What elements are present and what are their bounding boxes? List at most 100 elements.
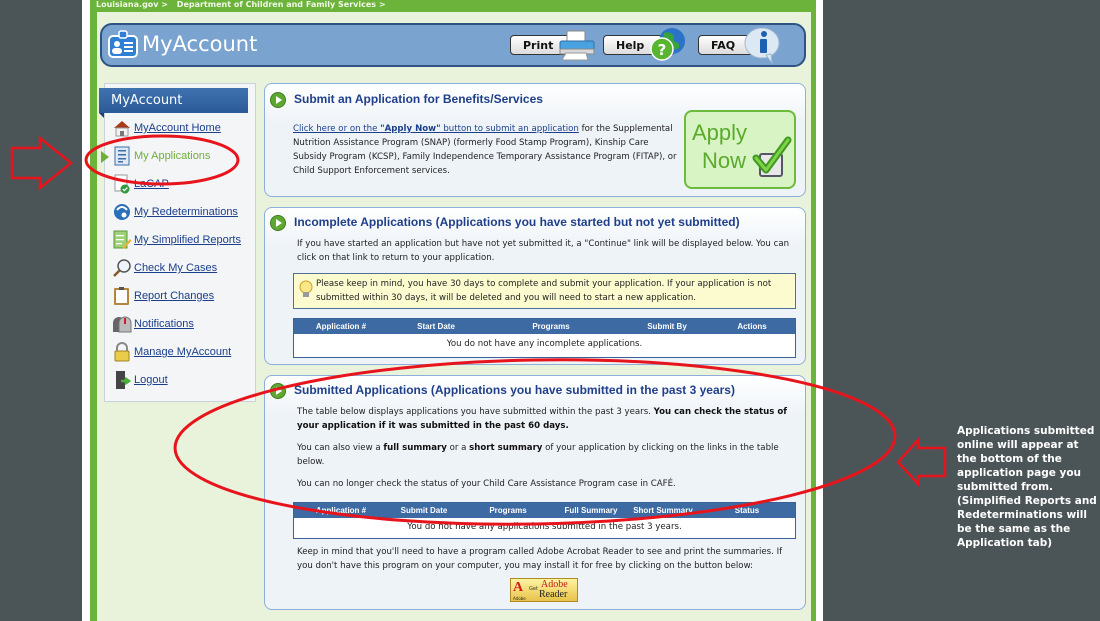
- report-pencil-icon: [113, 230, 132, 249]
- submitted-applications-panel: Submitted Applications (Applications you…: [264, 375, 806, 610]
- sidebar-item-my-simplified-reports[interactable]: My Simplified Reports: [112, 229, 241, 251]
- header-bar: MyAccount Print Help ? FAQ: [100, 23, 806, 67]
- submit-application-title: Submit an Application for Benefits/Servi…: [294, 92, 543, 106]
- column-header: Submit Date: [400, 506, 448, 515]
- column-header: Actions: [737, 322, 767, 331]
- full-summary-term: full summary: [383, 443, 447, 453]
- magnifier-icon: [113, 259, 131, 277]
- get-adobe-reader-button[interactable]: A Get Adobe Reader Adobe: [510, 578, 578, 602]
- redetermination-icon: [114, 204, 130, 220]
- deadline-note: Please keep in mind, you have 30 days to…: [293, 273, 796, 309]
- help-label: Help: [616, 39, 645, 52]
- sidebar-item-label: LaCAP: [134, 178, 169, 190]
- sidebar-item-check-my-cases[interactable]: Check My Cases: [112, 257, 217, 279]
- column-header: Programs: [489, 506, 527, 515]
- apply-link-post: button to submit an application: [440, 124, 579, 134]
- column-header: Programs: [532, 322, 570, 331]
- document-check-icon: [114, 174, 130, 194]
- submitted-applications-title: Submitted Applications (Applications you…: [294, 383, 735, 397]
- empty-table-message: You do not have any incomplete applicati…: [446, 339, 643, 349]
- sidebar-item-lacap[interactable]: LaCAP: [112, 173, 169, 195]
- column-header: Application #: [315, 322, 367, 331]
- submitted-paragraph-2: You can also view a full summary or a sh…: [297, 441, 797, 469]
- sidebar-title-fold: [99, 113, 104, 118]
- breadcrumb-dcfs[interactable]: Department of Children and Family Servic…: [177, 0, 386, 9]
- breadcrumb: Louisiana.gov > Department of Children a…: [96, 0, 392, 12]
- sidebar-item-label: MyAccount Home: [134, 122, 221, 134]
- deadline-note-text: Please keep in mind, you have 30 days to…: [316, 279, 772, 303]
- sidebar-item-label: My Applications: [134, 150, 211, 162]
- incomplete-applications-title: Incomplete Applications (Applications yo…: [294, 215, 740, 229]
- sidebar-item-notifications[interactable]: Notifications: [112, 313, 194, 335]
- sidebar-item-label: Logout: [134, 374, 168, 386]
- print-label: Print: [523, 39, 554, 52]
- submitted-p2-text: or a: [446, 443, 470, 453]
- incomplete-applications-text: If you have started an application but h…: [297, 239, 790, 263]
- checkmark-box-icon: [752, 136, 792, 177]
- sidebar-item-label: Report Changes: [134, 290, 215, 302]
- column-header: Submit By: [647, 322, 687, 331]
- incomplete-applications-table: Application # Start Date Programs Submit…: [293, 318, 796, 358]
- table-header: Application # Start Date Programs Submit…: [294, 319, 795, 334]
- right-arrow-annotation: [896, 436, 947, 488]
- sidebar-item-my-redeterminations[interactable]: My Redeterminations: [112, 201, 238, 223]
- printer-icon: [559, 30, 595, 61]
- clipboard-icon: [114, 287, 129, 305]
- sidebar-item-label: My Redeterminations: [134, 206, 238, 218]
- breadcrumb-louisiana-gov[interactable]: Louisiana.gov >: [96, 0, 168, 9]
- sidebar-item-manage-myaccount[interactable]: Manage MyAccount: [112, 341, 231, 363]
- sidebar-item-label: My Simplified Reports: [134, 234, 241, 246]
- apply-now-button[interactable]: Apply Now: [684, 110, 796, 189]
- mailbox-icon: [113, 316, 132, 333]
- column-header: Status: [734, 506, 760, 515]
- sidebar-item-label: Check My Cases: [134, 262, 218, 274]
- play-bullet-icon: [270, 215, 286, 231]
- document-icon: [114, 146, 130, 166]
- sidebar-item-report-changes[interactable]: Report Changes: [112, 285, 214, 307]
- play-bullet-icon: [270, 92, 286, 108]
- info-bubble-icon: [744, 27, 780, 65]
- submitted-paragraph-1: The table below displays applications yo…: [297, 405, 797, 433]
- submitted-applications-table: Application # Submit Date Programs Full …: [293, 502, 796, 539]
- adobe-get-label: Get: [529, 586, 538, 592]
- help-globe-icon: ?: [650, 28, 685, 61]
- lock-icon: [114, 342, 130, 362]
- column-header: Short Summary: [633, 506, 693, 515]
- sidebar-item-my-applications[interactable]: My Applications: [112, 145, 210, 167]
- apply-link[interactable]: Click here or on the "Apply Now" button …: [293, 124, 579, 134]
- column-header: Application #: [315, 506, 367, 515]
- left-arrow-annotation: [10, 135, 73, 191]
- svg-text:?: ?: [658, 41, 667, 59]
- app-title: MyAccount: [142, 32, 258, 56]
- apply-link-bold: "Apply Now": [380, 124, 441, 134]
- sidebar-title: MyAccount: [99, 88, 248, 113]
- sidebar-item-label: Manage MyAccount: [134, 346, 232, 358]
- lightbulb-icon: [299, 280, 313, 297]
- active-item-marker: [101, 151, 109, 163]
- apply-now-line2: Now: [702, 148, 747, 173]
- column-header: Start Date: [417, 322, 455, 331]
- submitted-p2-text: You can also view a: [297, 443, 384, 453]
- column-header: Full Summary: [564, 506, 618, 515]
- reader-label: Reader: [539, 589, 568, 600]
- adobe-brand-label: Adobe: [513, 596, 526, 601]
- sidebar-item-myaccount-home[interactable]: MyAccount Home: [112, 117, 221, 139]
- annotation-text: Applications submitted online will appea…: [957, 425, 1097, 549]
- adobe-logo-icon: A: [513, 580, 524, 595]
- apply-now-line1: Apply: [692, 120, 748, 145]
- sidebar-item-label: Notifications: [134, 318, 194, 330]
- table-header: Application # Submit Date Programs Full …: [294, 503, 795, 518]
- submit-application-text: Click here or on the "Apply Now" button …: [293, 122, 683, 178]
- submitted-p1-text: The table below displays applications yo…: [297, 407, 654, 417]
- logout-door-icon: [116, 371, 132, 389]
- home-icon: [114, 121, 130, 137]
- play-bullet-icon: [270, 383, 286, 399]
- adobe-reader-note: Keep in mind that you'll need to have a …: [297, 547, 783, 571]
- empty-table-message: You do not have any applications submitt…: [407, 522, 682, 532]
- apply-link-pre: Click here or on the: [293, 124, 381, 134]
- submitted-paragraph-3: You can no longer check the status of yo…: [297, 479, 676, 489]
- short-summary-term: short summary: [469, 443, 543, 453]
- id-badge-icon: [108, 30, 138, 58]
- faq-label: FAQ: [711, 39, 736, 52]
- sidebar-item-logout[interactable]: Logout: [112, 369, 168, 391]
